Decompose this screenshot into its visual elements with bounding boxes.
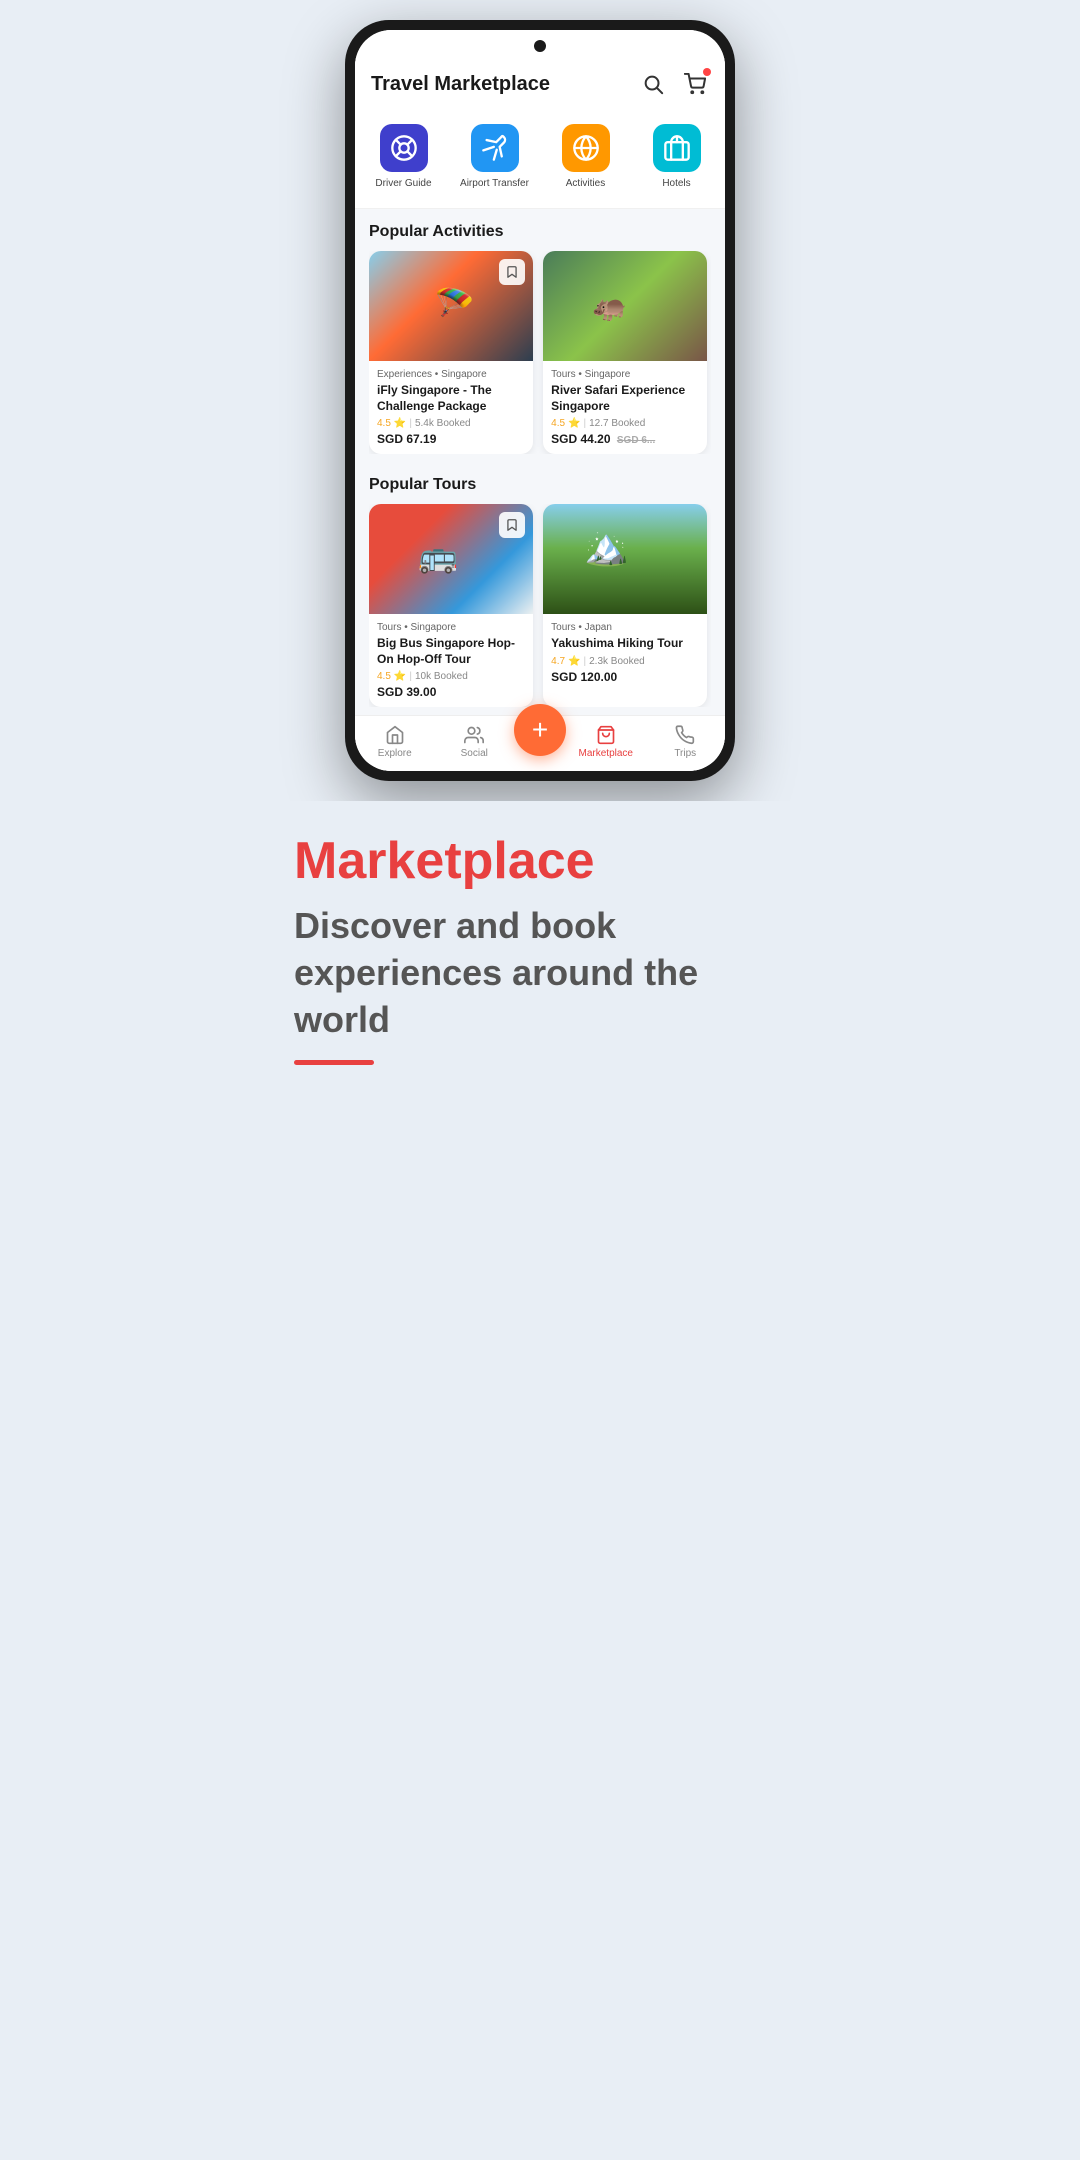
fab-icon: + bbox=[532, 716, 548, 744]
below-phone-section: Marketplace Discover and book experience… bbox=[270, 801, 810, 1104]
activities-label: Activities bbox=[566, 178, 605, 190]
river-safari-original-price: SGD 6... bbox=[617, 435, 655, 446]
card-yakushima-image bbox=[543, 504, 707, 614]
social-label: Social bbox=[461, 748, 488, 759]
card-river-safari[interactable]: Tours • Singapore River Safari Experienc… bbox=[543, 251, 707, 454]
categories-row: Driver Guide Airport Transfer bbox=[355, 110, 725, 209]
bottom-nav: Explore Social bbox=[355, 715, 725, 771]
category-activities[interactable]: Activities bbox=[541, 118, 630, 196]
activities-cards-row: Experiences • Singapore iFly Singapore -… bbox=[369, 251, 711, 454]
yakushima-title: Yakushima Hiking Tour bbox=[551, 636, 699, 652]
marketplace-label: Marketplace bbox=[579, 748, 633, 759]
river-safari-price: SGD 44.20 SGD 6... bbox=[551, 432, 699, 446]
card-river-safari-body: Tours • Singapore River Safari Experienc… bbox=[543, 361, 707, 454]
tours-cards-row: Tours • Singapore Big Bus Singapore Hop-… bbox=[369, 504, 711, 707]
phone-camera bbox=[534, 40, 546, 52]
marketplace-heading: Marketplace bbox=[294, 831, 786, 891]
red-accent-bar bbox=[294, 1060, 374, 1065]
card-yakushima-body: Tours • Japan Yakushima Hiking Tour 4.7 … bbox=[543, 614, 707, 692]
yakushima-price: SGD 120.00 bbox=[551, 670, 699, 684]
ifly-bookmark[interactable] bbox=[499, 259, 525, 285]
search-button[interactable] bbox=[639, 70, 667, 98]
explore-icon bbox=[384, 724, 406, 746]
airport-transfer-icon bbox=[471, 124, 519, 172]
big-bus-bookmark[interactable] bbox=[499, 512, 525, 538]
nav-social[interactable]: Social bbox=[435, 724, 515, 759]
card-ifly[interactable]: Experiences • Singapore iFly Singapore -… bbox=[369, 251, 533, 454]
nav-marketplace[interactable]: Marketplace bbox=[566, 724, 646, 759]
big-bus-rating: 4.5 ⭐ | 10k Booked bbox=[377, 671, 525, 682]
phone-shell: Travel Marketplace bbox=[345, 20, 735, 781]
driver-guide-icon bbox=[380, 124, 428, 172]
category-hotels[interactable]: Hotels bbox=[632, 118, 721, 196]
nav-explore[interactable]: Explore bbox=[355, 724, 435, 759]
explore-label: Explore bbox=[378, 748, 412, 759]
airport-transfer-label: Airport Transfer bbox=[460, 178, 529, 190]
yakushima-rating: 4.7 ⭐ | 2.3k Booked bbox=[551, 656, 699, 667]
card-river-safari-image bbox=[543, 251, 707, 361]
river-safari-subtitle: Tours • Singapore bbox=[551, 369, 699, 380]
river-safari-title: River Safari Experience Singapore bbox=[551, 383, 699, 414]
yakushima-subtitle: Tours • Japan bbox=[551, 622, 699, 633]
big-bus-title: Big Bus Singapore Hop-On Hop-Off Tour bbox=[377, 636, 525, 667]
category-driver-guide[interactable]: Driver Guide bbox=[359, 118, 448, 196]
card-yakushima[interactable]: Tours • Japan Yakushima Hiking Tour 4.7 … bbox=[543, 504, 707, 707]
hotels-label: Hotels bbox=[662, 178, 690, 190]
hotels-icon bbox=[653, 124, 701, 172]
phone-notch bbox=[355, 30, 725, 58]
phone-screen: Travel Marketplace bbox=[355, 30, 725, 771]
nav-trips[interactable]: Trips bbox=[646, 724, 726, 759]
ifly-subtitle: Experiences • Singapore bbox=[377, 369, 525, 380]
card-ifly-image bbox=[369, 251, 533, 361]
ifly-rating: 4.5 ⭐ | 5.4k Booked bbox=[377, 418, 525, 429]
marketplace-description: Discover and book experiences around the… bbox=[294, 903, 786, 1043]
marketplace-icon bbox=[595, 724, 617, 746]
river-safari-rating: 4.5 ⭐ | 12.7 Booked bbox=[551, 418, 699, 429]
header-actions bbox=[639, 70, 709, 98]
activities-icon bbox=[562, 124, 610, 172]
app-title: Travel Marketplace bbox=[371, 73, 550, 96]
popular-tours-title: Popular Tours bbox=[369, 476, 711, 494]
popular-activities-title: Popular Activities bbox=[369, 223, 711, 241]
popular-tours-section: Popular Tours Tour bbox=[355, 462, 725, 715]
social-icon bbox=[463, 724, 485, 746]
card-big-bus-body: Tours • Singapore Big Bus Singapore Hop-… bbox=[369, 614, 533, 707]
trips-label: Trips bbox=[674, 748, 696, 759]
big-bus-subtitle: Tours • Singapore bbox=[377, 622, 525, 633]
category-airport-transfer[interactable]: Airport Transfer bbox=[450, 118, 539, 196]
app-content: Travel Marketplace bbox=[355, 58, 725, 771]
below-phone-inner: Marketplace Discover and book experience… bbox=[294, 831, 786, 1064]
cart-badge bbox=[703, 68, 711, 76]
cart-button[interactable] bbox=[681, 70, 709, 98]
big-bus-price: SGD 39.00 bbox=[377, 685, 525, 699]
ifly-price: SGD 67.19 bbox=[377, 432, 525, 446]
driver-guide-label: Driver Guide bbox=[375, 178, 431, 190]
ifly-title: iFly Singapore - The Challenge Package bbox=[377, 383, 525, 414]
card-big-bus-image bbox=[369, 504, 533, 614]
fab-button[interactable]: + bbox=[514, 704, 566, 756]
trips-icon bbox=[674, 724, 696, 746]
popular-activities-section: Popular Activities bbox=[355, 209, 725, 462]
card-ifly-body: Experiences • Singapore iFly Singapore -… bbox=[369, 361, 533, 454]
app-header: Travel Marketplace bbox=[355, 58, 725, 110]
card-big-bus[interactable]: Tours • Singapore Big Bus Singapore Hop-… bbox=[369, 504, 533, 707]
